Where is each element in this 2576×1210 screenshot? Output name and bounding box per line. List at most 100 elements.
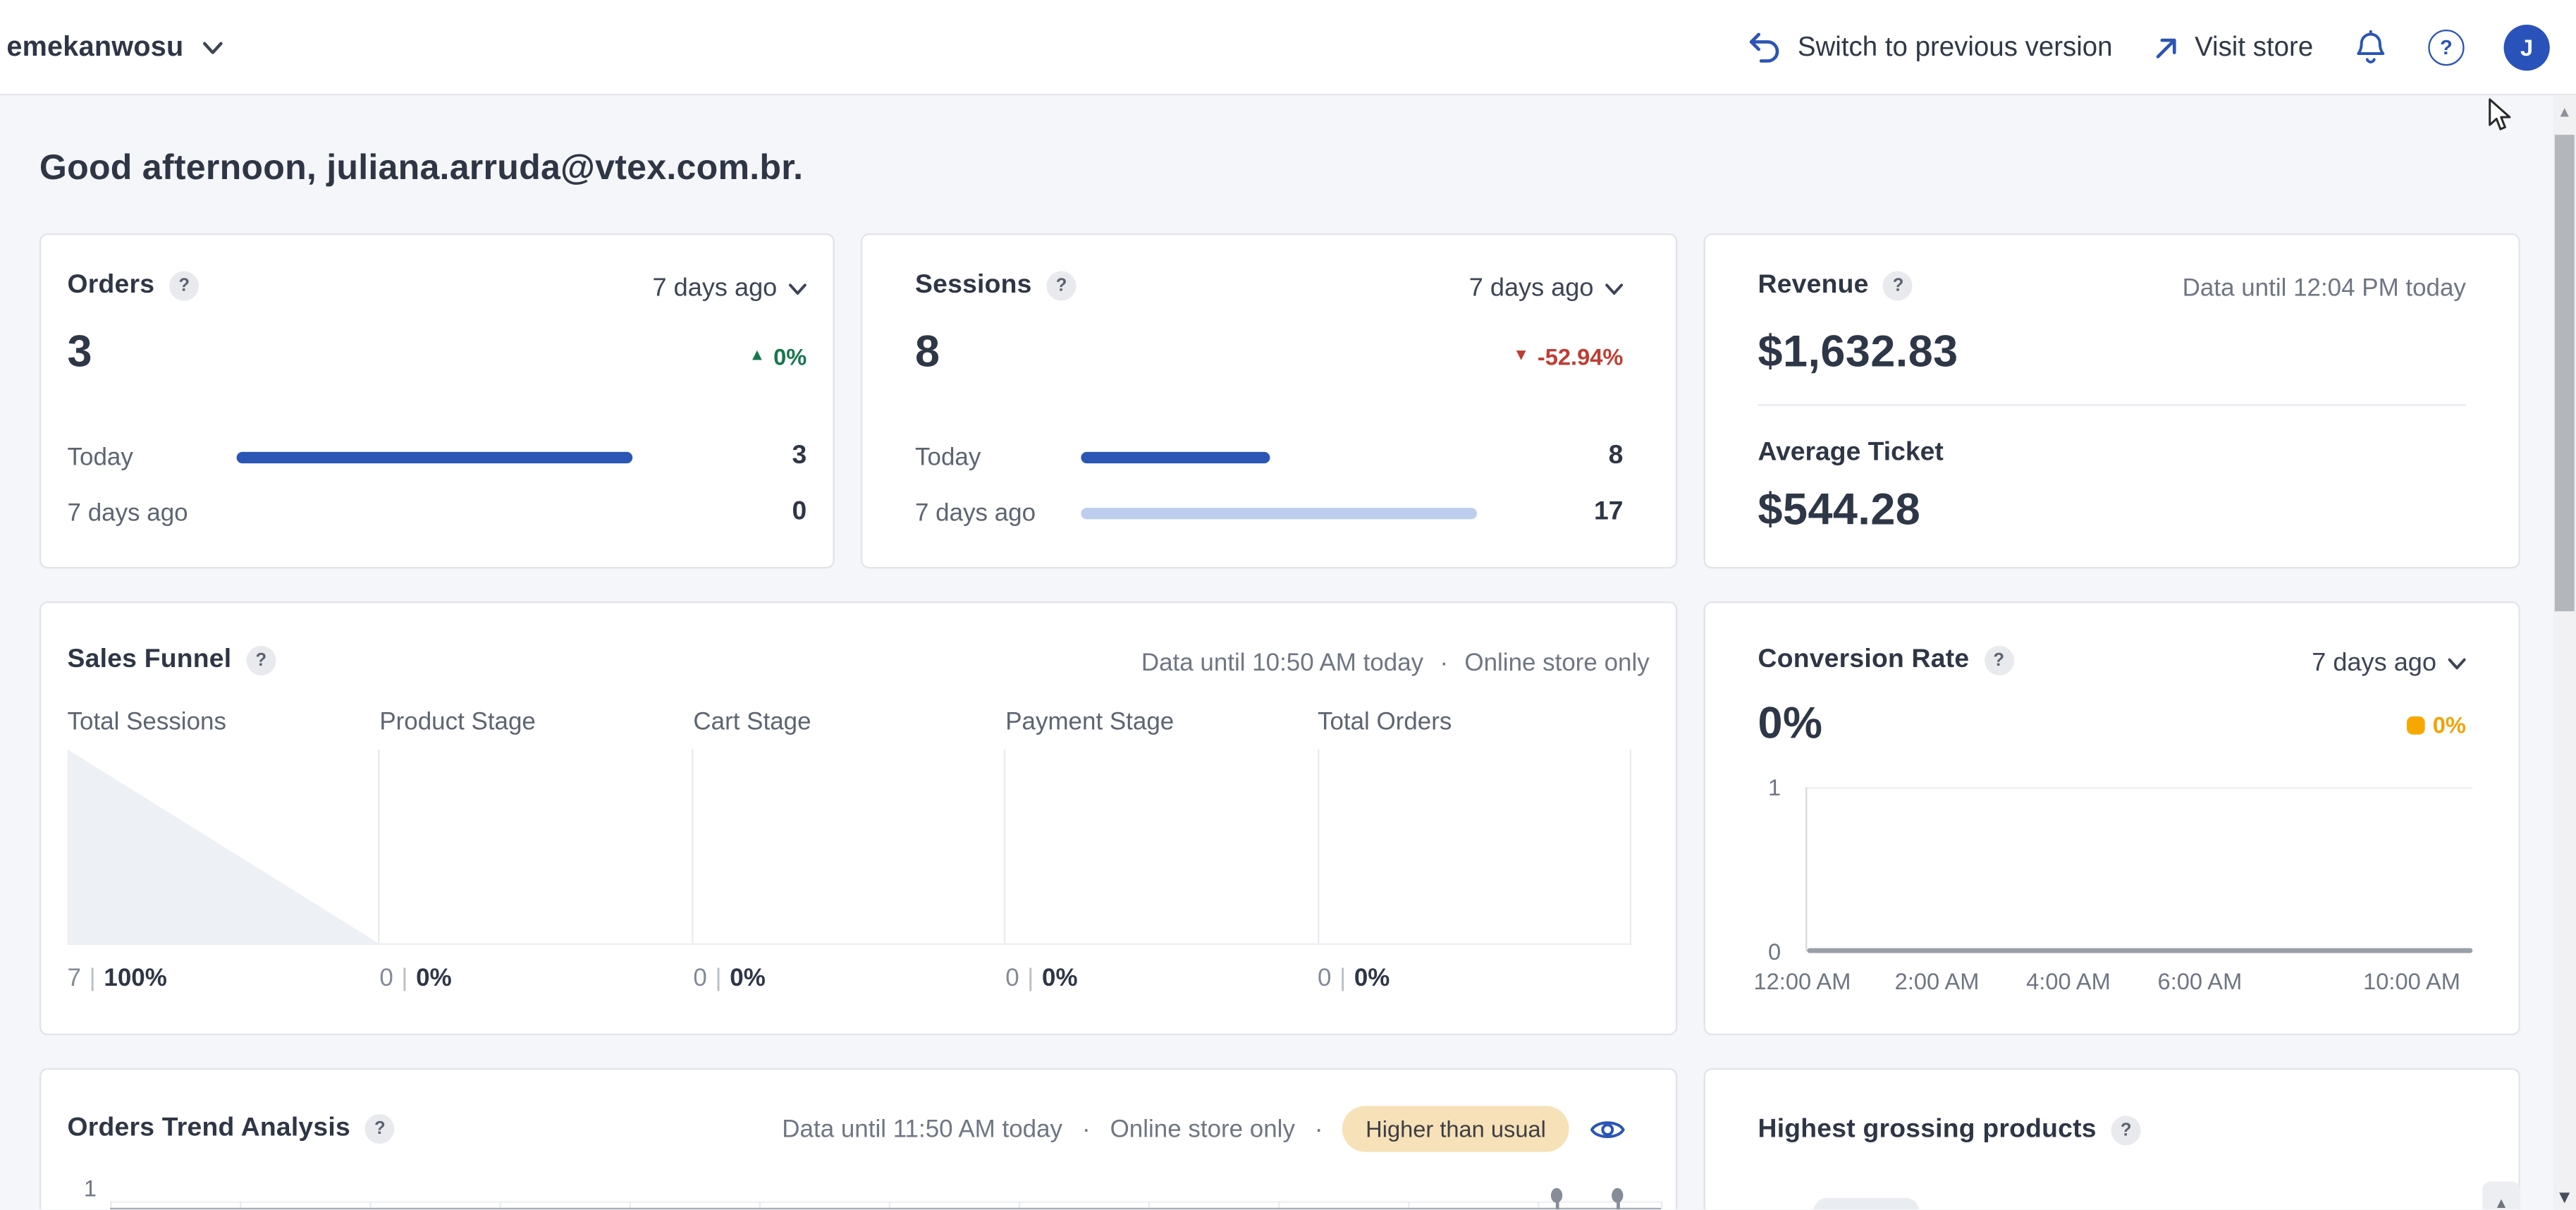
sales-funnel-header: Sales Funnel ? [68,646,276,676]
orders-row-label: Today [68,443,237,471]
funnel-col-product [380,750,693,943]
orders-row-label: 7 days ago [68,499,237,527]
scrollbar-thumb[interactable] [2555,135,2575,611]
triangle-up-icon: ▲ [749,348,765,365]
orders-delta: ▲ 0% [749,343,806,369]
orders-trend-data-until: Data until 11:50 AM today [782,1115,1062,1143]
sessions-delta-value: -52.94% [1538,343,1624,369]
stage-header-total-orders: Total Orders [1318,708,1452,736]
funnel-value-payment: 0|0% [1005,965,1077,993]
help-button[interactable]: ? [2428,30,2464,66]
gridline [110,1202,1661,1203]
content-scroll-up-button[interactable]: ▲ [2482,1182,2520,1210]
conversion-series-line [1807,948,2472,953]
orders-trend-meta: Data until 11:50 AM today · Online store… [782,1106,1626,1151]
orders-trend-title: Orders Trend Analysis [68,1114,350,1144]
funnel-value-cart: 0|0% [693,965,765,993]
funnel-col-total-sessions [68,750,381,943]
orders-row-value: 3 [792,442,806,472]
orders-trend-header: Orders Trend Analysis ? [68,1114,395,1144]
sales-funnel-help-icon[interactable]: ? [246,646,276,676]
sessions-row-7days: 7 days ago 17 [915,499,1623,525]
avatar-initial: J [2520,35,2533,61]
orders-help-icon[interactable]: ? [169,271,199,301]
orders-title: Orders [68,271,155,301]
eye-icon[interactable] [1588,1115,1626,1143]
sessions-row-value: 8 [1609,442,1624,472]
avatar[interactable]: J [2504,25,2550,71]
scrollbar-down-arrow[interactable]: ▼ [2553,1188,2576,1208]
orders-delta-value: 0% [773,343,806,369]
triangle-down-icon: ▼ [1513,348,1529,365]
chevron-down-icon [202,40,223,55]
sessions-card: Sessions ? 7 days ago 8 ▼ -52.94% Today … [861,233,1677,568]
switch-previous-version-button[interactable]: Switch to previous version [1748,31,2113,64]
conversion-value: 0% [1758,698,1823,749]
dot-separator: · [1440,649,1448,678]
conversion-header: Conversion Rate ? [1758,646,2014,676]
switch-previous-version-label: Switch to previous version [1798,32,2113,63]
orders-trend-scope: Online store only [1110,1115,1295,1143]
conversion-chart [1805,787,2472,951]
sessions-period-select[interactable]: 7 days ago [1469,274,1624,304]
funnel-shape [68,750,379,943]
dashboard-page: emekanwosu Switch to previous version Vi… [0,0,2576,1210]
orange-dot-icon [2406,716,2424,734]
conversion-x-tick: 12:00 AM [1754,968,1851,994]
funnel-value-total-sessions: 7|100% [68,965,167,993]
sessions-value: 8 [915,327,940,378]
product-placeholder [1814,1198,1919,1210]
visit-store-button[interactable]: Visit store [2152,32,2313,63]
stage-header-total-sessions: Total Sessions [68,708,226,736]
sessions-row-value: 17 [1594,498,1623,527]
conversion-rate-card: Conversion Rate ? 7 days ago 0% 0% 1 0 1… [1704,601,2520,1035]
sessions-card-header: Sessions ? [915,271,1077,301]
page-scrollbar[interactable]: ▲ ▼ [2553,95,2576,1210]
highest-grossing-help-icon[interactable]: ? [2111,1116,2141,1145]
sales-funnel-scope: Online store only [1464,649,1649,678]
question-icon: ? [2440,36,2453,59]
sessions-help-icon[interactable]: ? [1047,271,1077,301]
orders-period-select[interactable]: 7 days ago [653,274,807,304]
sales-funnel-title: Sales Funnel [68,646,232,676]
average-ticket-label: Average Ticket [1758,439,1944,468]
revenue-divider [1758,404,2466,405]
highest-grossing-header: Highest grossing products ? [1758,1116,2141,1145]
chevron-down-icon [1605,283,1624,296]
orders-trend-help-icon[interactable]: ? [365,1114,395,1144]
orders-row-value: 0 [792,498,806,527]
conversion-delta: 0% [2406,711,2465,738]
stage-header-payment: Payment Stage [1005,708,1174,736]
orders-row-today: Today 3 [68,444,807,470]
conversion-x-tick: 2:00 AM [1895,968,1980,994]
conversion-period-select[interactable]: 7 days ago [2312,649,2466,679]
revenue-card-header: Revenue ? [1758,271,1913,301]
visit-store-label: Visit store [2195,32,2313,63]
conversion-y-tick-0: 0 [1748,939,1781,965]
conversion-x-tick: 10:00 AM [2363,968,2460,994]
conversion-help-icon[interactable]: ? [1984,646,2013,676]
sessions-title: Sessions [915,271,1032,301]
orders-trend-card: Orders Trend Analysis ? Data until 11:50… [39,1068,1677,1210]
chevron-down-icon [2448,657,2466,671]
dot-separator: · [1315,1115,1323,1143]
highest-grossing-card: Highest grossing products ? [1704,1068,2520,1210]
status-badge: Higher than usual [1343,1106,1569,1151]
sessions-today-bar [1081,451,1608,463]
orders-card: Orders ? 7 days ago 3 ▲ 0% Today 3 7 day… [39,233,835,568]
conversion-y-tick-1: 1 [1748,774,1781,800]
topbar-actions: Switch to previous version Visit store ?… [1748,0,2550,95]
orders-7days-bar [237,507,792,518]
conversion-x-tick: 4:00 AM [2026,968,2111,994]
account-name: emekanwosu [6,31,183,64]
sessions-row-label: Today [915,443,1081,471]
sessions-row-label: 7 days ago [915,499,1081,527]
stage-header-product: Product Stage [379,708,536,736]
notifications-button[interactable] [2353,29,2388,67]
sessions-delta: ▼ -52.94% [1513,343,1623,369]
conversion-delta-value: 0% [2433,711,2466,738]
revenue-help-icon[interactable]: ? [1884,271,1913,301]
chevron-down-icon [789,283,807,296]
account-menu[interactable]: emekanwosu [6,0,223,95]
scrollbar-up-arrow[interactable]: ▲ [2553,104,2576,120]
